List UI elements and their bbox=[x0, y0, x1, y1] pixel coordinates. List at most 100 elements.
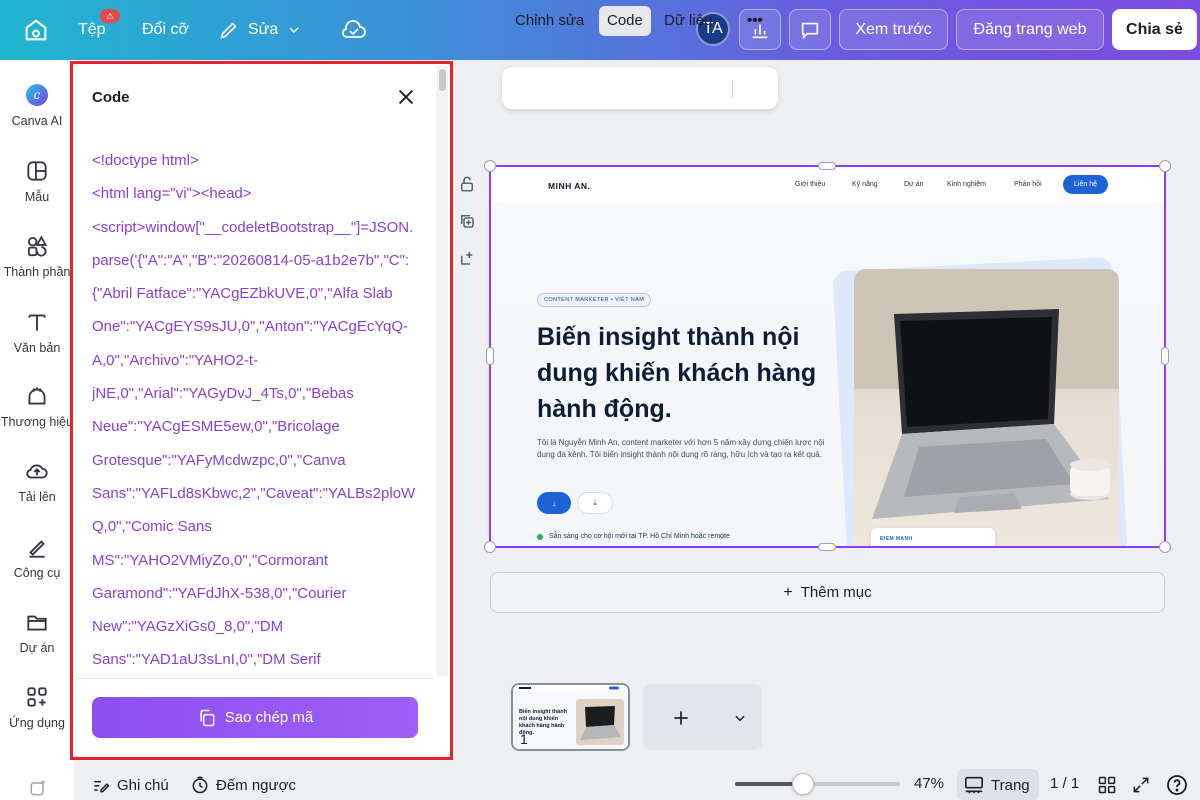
notes-label: Ghi chú bbox=[117, 776, 169, 794]
rail-label: Tải lên bbox=[18, 490, 56, 504]
rail-label: Văn bản bbox=[13, 341, 61, 355]
zoom-slider-handle[interactable] bbox=[792, 773, 814, 795]
edit-menu[interactable]: Sửa bbox=[218, 0, 302, 60]
rail-label: Ứng dụng bbox=[9, 716, 65, 730]
publish-website-button[interactable]: Đăng trang web bbox=[956, 9, 1104, 50]
copy-code-label: Sao chép mã bbox=[224, 709, 314, 726]
code-scrollbar-thumb[interactable] bbox=[439, 69, 446, 91]
lock-icon[interactable] bbox=[458, 175, 476, 193]
left-rail: c Canva AI Mẫu Thành phần Văn bản Thương… bbox=[0, 60, 74, 800]
add-page-area bbox=[643, 684, 762, 750]
more-options-button[interactable]: ••• bbox=[739, 6, 771, 36]
duplicate-icon[interactable] bbox=[458, 212, 476, 230]
code-line: <script>window["__codeletBootstrap__"]=J… bbox=[92, 218, 414, 236]
resize-handle[interactable] bbox=[1159, 541, 1171, 553]
site-nav-link: Kinh nghiệm bbox=[947, 181, 986, 188]
grid-view-icon[interactable] bbox=[1097, 775, 1117, 795]
page-number: 1 bbox=[520, 731, 528, 747]
file-notification-badge: ⚠ bbox=[100, 9, 120, 23]
timer-button[interactable]: Đếm ngược bbox=[190, 775, 296, 795]
file-menu[interactable]: Tệp bbox=[78, 0, 106, 60]
code-line: parse('{"A":"A","B":"20260814-05-a1b2e7b… bbox=[92, 251, 410, 269]
apps-icon bbox=[27, 687, 47, 707]
fullscreen-icon[interactable] bbox=[1131, 775, 1151, 795]
rail-item-elements[interactable]: Thành phần bbox=[0, 233, 74, 279]
tab-data[interactable]: Dữ liệu bbox=[656, 6, 720, 36]
magic-icon[interactable] bbox=[28, 778, 48, 798]
site-headline: Biến insight thành nội dung khiến khách … bbox=[537, 323, 817, 423]
chevron-down-icon bbox=[289, 27, 299, 33]
timer-icon bbox=[192, 776, 208, 794]
code-line: Sans":"YAFLd8sKbwc,2","Caveat":"YALBs2pl… bbox=[92, 484, 416, 502]
tab-code[interactable]: Code bbox=[599, 6, 651, 36]
rail-item-tools[interactable]: Công cụ bbox=[0, 534, 74, 580]
canva-ai-icon: c bbox=[26, 84, 48, 106]
comment-icon bbox=[801, 22, 819, 39]
rail-label: Thương hiệu bbox=[0, 415, 74, 429]
site-strength-label: ĐIỂM MẠNH bbox=[880, 536, 913, 542]
code-line: jNE,0","Arial":"YAGyDvJ_4Ts,0","Bebas bbox=[92, 385, 354, 403]
pencil-icon bbox=[220, 22, 237, 39]
code-line: <html lang="vi"><head> bbox=[92, 185, 252, 203]
chevron-down-icon[interactable] bbox=[733, 711, 747, 725]
page-thumbnail[interactable]: Biến insight thành nội dung khiến khách … bbox=[511, 683, 630, 751]
add-section-button[interactable]: + Thêm mục bbox=[490, 572, 1165, 613]
resize-menu[interactable]: Đổi cỡ bbox=[142, 0, 189, 60]
resize-handle[interactable] bbox=[484, 160, 496, 172]
status-dot bbox=[537, 533, 543, 540]
rail-item-uploads[interactable]: Tải lên bbox=[0, 458, 74, 504]
site-tag: CONTENT MARKETER • VIỆT NAM bbox=[537, 293, 652, 307]
design-page[interactable]: MINH AN. Giới thiệu Kỹ năng Dự án Kinh n… bbox=[491, 167, 1165, 546]
template-icon bbox=[27, 161, 47, 181]
preview-button[interactable]: Xem trước bbox=[839, 9, 948, 50]
resize-handle[interactable] bbox=[1161, 347, 1169, 365]
home-icon[interactable] bbox=[22, 16, 50, 44]
edit-label: Sửa bbox=[248, 21, 279, 38]
plus-icon: + bbox=[783, 583, 793, 601]
help-icon[interactable] bbox=[1165, 773, 1189, 797]
rail-item-apps[interactable]: Ứng dụng bbox=[0, 684, 74, 730]
rail-label: Canva AI bbox=[11, 114, 63, 128]
close-icon[interactable] bbox=[395, 86, 417, 108]
add-page-icon[interactable] bbox=[458, 249, 476, 267]
code-line: Garamond":"YAFdJhX-538,0","Courier bbox=[92, 584, 347, 602]
zoom-level[interactable]: 47% bbox=[914, 775, 944, 792]
rail-item-templates[interactable]: Mẫu bbox=[0, 158, 74, 204]
svg-text:c: c bbox=[34, 88, 41, 102]
plus-icon[interactable] bbox=[671, 708, 691, 728]
canvas-context-toolbar bbox=[502, 67, 778, 109]
elements-icon bbox=[27, 235, 48, 257]
site-contact-button: Liên hệ bbox=[1063, 175, 1108, 194]
comments-button[interactable] bbox=[789, 9, 831, 50]
rail-item-text[interactable]: Văn bản bbox=[0, 309, 74, 355]
rail-item-canva-ai[interactable]: c Canva AI bbox=[0, 82, 74, 128]
copy-code-button[interactable]: Sao chép mã bbox=[92, 697, 418, 738]
notes-icon bbox=[94, 780, 110, 793]
resize-handle[interactable] bbox=[484, 541, 496, 553]
resize-handle[interactable] bbox=[1159, 160, 1171, 172]
tab-edit[interactable]: Chỉnh sửa bbox=[507, 6, 592, 36]
code-view[interactable]: <!doctype html> <html lang="vi"><head> <… bbox=[92, 144, 420, 674]
resize-handle[interactable] bbox=[818, 162, 836, 170]
code-panel-title: Code bbox=[92, 89, 130, 106]
site-download-button: ↓ bbox=[537, 492, 571, 514]
code-scrollbar[interactable] bbox=[436, 66, 448, 676]
resize-handle[interactable] bbox=[486, 347, 494, 365]
resize-handle[interactable] bbox=[818, 543, 836, 551]
laptop-image bbox=[854, 269, 1119, 519]
pages-button-content[interactable]: Trang bbox=[963, 775, 1030, 795]
code-line: New":"YAGzXiGs0_8,0","DM bbox=[92, 618, 284, 636]
site-nav-link: Giới thiệu bbox=[795, 181, 826, 188]
site-status: Sẵn sàng cho cơ hội mới tại TP. Hồ Chí M… bbox=[537, 533, 730, 540]
site-nav-link: Dự án bbox=[904, 181, 924, 188]
share-button[interactable]: Chia sẻ bbox=[1112, 9, 1197, 50]
code-line: <!doctype html> bbox=[92, 152, 199, 169]
site-nav-link: Kỹ năng bbox=[852, 181, 878, 188]
code-line: One":"YACgEYS9sJU,0","Anton":"YACgEcYqQ- bbox=[92, 318, 408, 336]
cloud-saved-icon[interactable] bbox=[341, 18, 367, 42]
notes-button[interactable]: Ghi chú bbox=[91, 775, 169, 795]
code-line: A,0","Archivo":"YAHO2-t- bbox=[92, 351, 259, 369]
rail-item-projects[interactable]: Dự án bbox=[0, 609, 74, 655]
rail-item-brand[interactable]: Thương hiệu bbox=[0, 383, 74, 429]
folder-icon bbox=[27, 615, 47, 631]
